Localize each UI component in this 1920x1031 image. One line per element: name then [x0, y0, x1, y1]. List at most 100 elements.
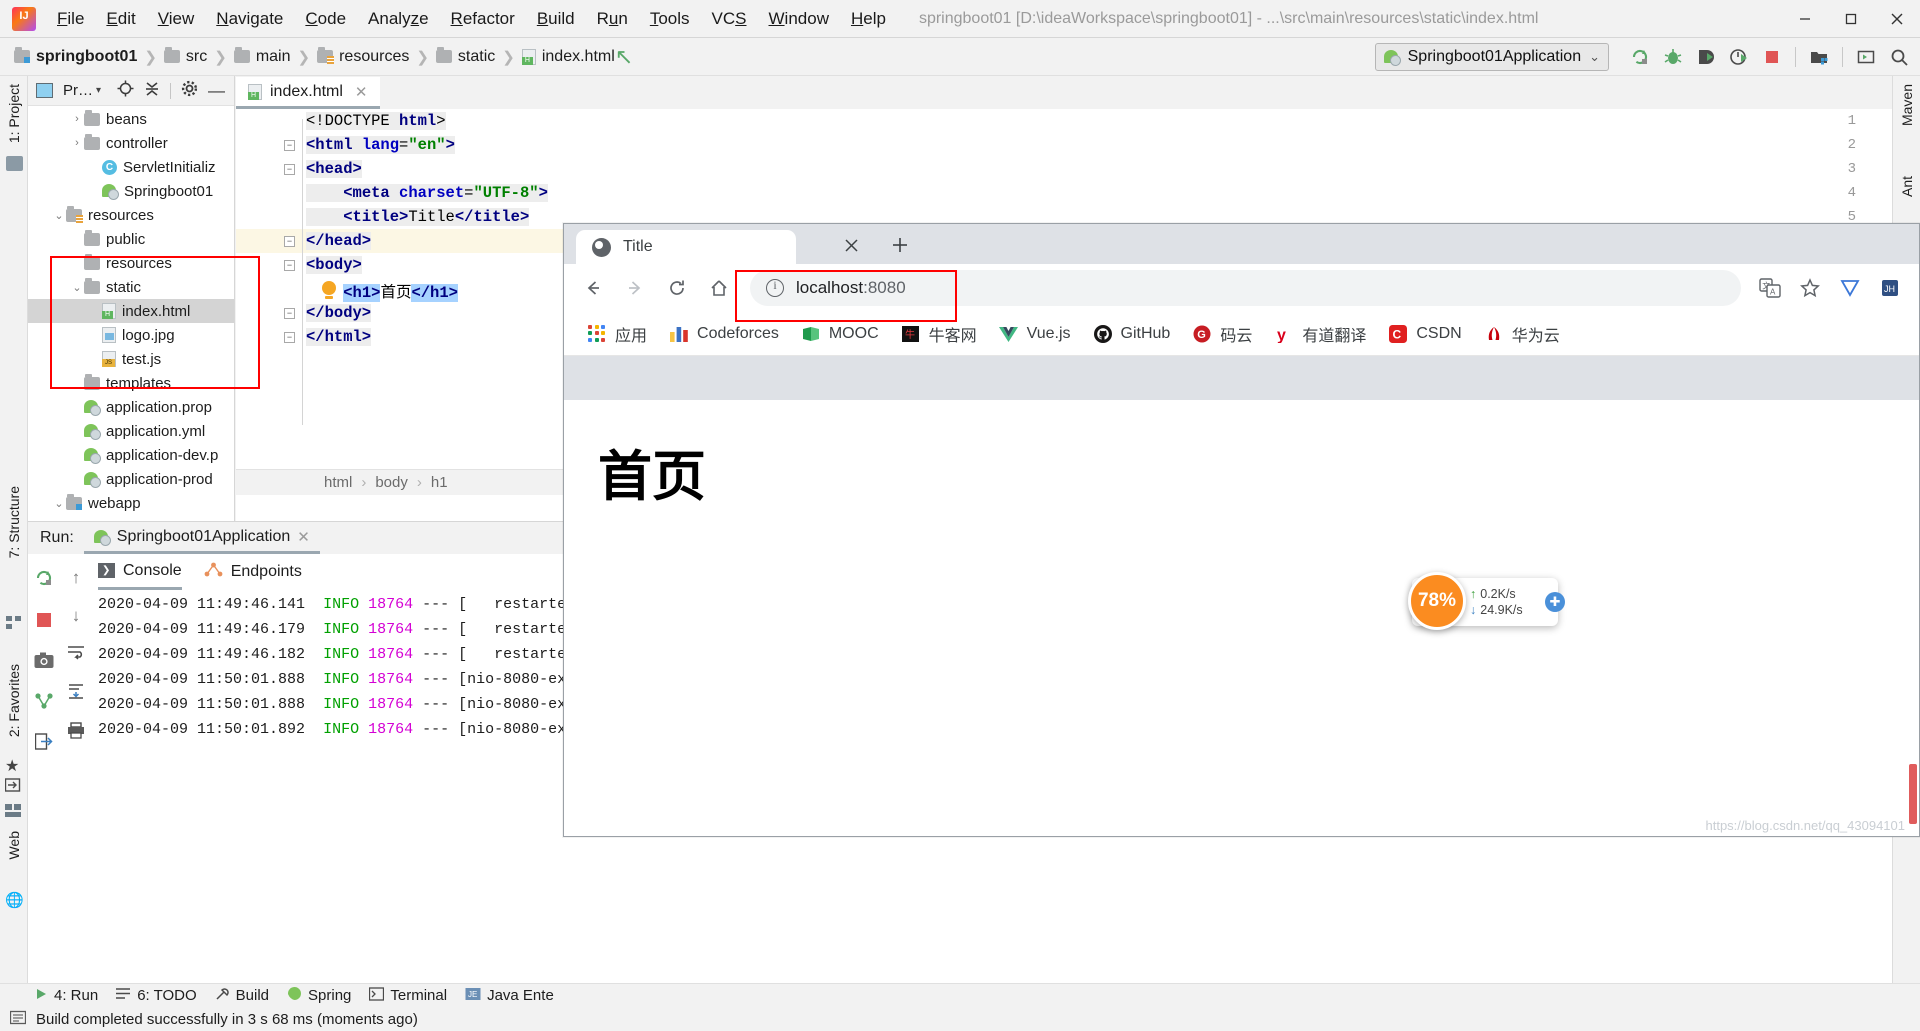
breadcrumb-item-src[interactable]: src [186, 48, 207, 66]
editor-breadcrumb-html[interactable]: html [324, 474, 352, 491]
bookmark-item[interactable]: G 码云 [1183, 317, 1261, 351]
locate-icon[interactable] [117, 80, 134, 102]
down-icon[interactable]: ↓ [72, 606, 81, 626]
stop-icon[interactable] [1757, 42, 1787, 72]
sidebar-item-ant[interactable]: Ant [1899, 176, 1915, 197]
bottom-tool-build[interactable]: Build [215, 987, 269, 1005]
fold-marker[interactable]: − [284, 164, 295, 175]
info-circle-icon[interactable] [766, 278, 784, 297]
breadcrumb-item-springboot01[interactable]: springboot01 [36, 48, 137, 66]
thread-dump-icon[interactable] [34, 692, 54, 715]
up-icon[interactable]: ↑ [72, 568, 81, 588]
scroll-to-end-icon[interactable] [67, 683, 85, 704]
fold-marker[interactable]: − [284, 332, 295, 343]
soft-wrap-icon[interactable] [67, 644, 85, 665]
menu-window[interactable]: Window [758, 7, 840, 31]
menu-navigate[interactable]: Navigate [205, 7, 294, 31]
tree-node[interactable]: resources [28, 251, 234, 275]
profiler-icon[interactable] [1724, 42, 1754, 72]
menu-build[interactable]: Build [526, 7, 586, 31]
menu-analyze[interactable]: Analyze [357, 7, 440, 31]
menu-vcs[interactable]: VCS [701, 7, 758, 31]
run-config-tab[interactable]: Springboot01Application ✕ [83, 523, 320, 554]
tree-node[interactable]: index.html [28, 299, 234, 323]
tree-node[interactable]: ⌄ static [28, 275, 234, 299]
bookmark-item[interactable]: 牛牛客网 [892, 317, 986, 351]
tree-node[interactable]: Springboot01 [28, 179, 234, 203]
sidebar-item-web[interactable]: Web [6, 831, 22, 860]
rerun-icon[interactable] [1625, 42, 1655, 72]
settings-gear-icon[interactable] [181, 80, 198, 102]
fold-marker[interactable]: − [284, 308, 295, 319]
bookmark-item[interactable]: Codeforces [660, 319, 788, 349]
chevron-down-icon[interactable]: ⌄ [1589, 49, 1600, 65]
scrollbar-marker[interactable] [1909, 764, 1917, 824]
adblock-icon[interactable] [1831, 269, 1869, 307]
project-structure-icon[interactable] [1804, 42, 1834, 72]
event-log-icon[interactable] [9, 1010, 27, 1029]
tree-node[interactable]: C ServletInitializ [28, 155, 234, 179]
terminal-icon[interactable] [1851, 42, 1881, 72]
bookmark-item[interactable]: Vue.js [990, 319, 1080, 349]
menu-help[interactable]: Help [840, 7, 897, 31]
exit-icon[interactable] [34, 733, 54, 755]
tree-node[interactable]: logo.jpg [28, 323, 234, 347]
tab-endpoints[interactable]: Endpoints [204, 555, 302, 590]
bottom-tool-4-run[interactable]: 4: Run [34, 987, 98, 1005]
menu-refactor[interactable]: Refactor [440, 7, 526, 31]
back-button[interactable] [574, 269, 612, 307]
translate-icon[interactable]: 文A [1751, 269, 1789, 307]
bookmark-item[interactable]: MOOC [792, 319, 888, 349]
expand-chevron-icon[interactable]: ⌄ [70, 281, 84, 294]
menu-edit[interactable]: Edit [95, 7, 146, 31]
hide-icon[interactable]: — [208, 82, 225, 99]
menu-run[interactable]: Run [586, 7, 639, 31]
editor-breadcrumb-h1[interactable]: h1 [431, 474, 448, 491]
minimize-button[interactable] [1782, 0, 1828, 38]
grid-icon[interactable] [5, 804, 22, 823]
run-configuration-selector[interactable]: Springboot01Application ⌄ [1374, 42, 1609, 71]
fold-marker[interactable]: − [284, 236, 295, 247]
menu-tools[interactable]: Tools [639, 7, 701, 31]
tree-node[interactable]: templates [28, 371, 234, 395]
rerun-icon[interactable] [34, 568, 54, 593]
bottom-tool-java-ente[interactable]: JE Java Ente [465, 987, 554, 1005]
expand-chevron-icon[interactable]: ⌄ [52, 209, 66, 222]
breadcrumb-item-static[interactable]: static [458, 48, 495, 66]
forward-button[interactable] [616, 269, 654, 307]
bottom-tool-terminal[interactable]: Terminal [369, 986, 447, 1005]
reload-button[interactable] [658, 269, 696, 307]
favorites-star-icon[interactable]: ★ [5, 756, 19, 776]
breadcrumb-item-main[interactable]: main [256, 48, 291, 66]
editor-breadcrumb-body[interactable]: body [375, 474, 408, 491]
menu-view[interactable]: View [147, 7, 206, 31]
bookmark-item[interactable]: C CSDN [1379, 319, 1470, 349]
bookmark-item[interactable]: 华为云 [1475, 317, 1569, 351]
bookmark-item[interactable]: y 有道翻译 [1265, 317, 1375, 351]
breadcrumb[interactable]: springboot01 ❯ src ❯ main ❯ resources ❯ … [14, 47, 615, 66]
breadcrumb-item-resources[interactable]: resources [339, 48, 409, 66]
maximize-button[interactable] [1828, 0, 1874, 38]
intention-bulb-icon[interactable] [322, 281, 336, 299]
project-tree[interactable]: › beans › controller C ServletInitializ Spring… [28, 107, 234, 521]
address-bar[interactable]: localhost:8080 [750, 270, 1741, 306]
new-tab-icon[interactable] [891, 236, 909, 260]
expand-chevron-icon[interactable]: › [70, 137, 84, 149]
tree-node[interactable]: application-prod [28, 467, 234, 491]
project-window-icon[interactable] [6, 156, 23, 171]
tree-node[interactable]: › controller [28, 131, 234, 155]
bookmark-item[interactable]: GitHub [1084, 319, 1180, 349]
sidebar-item-favorites[interactable]: 2: Favorites [6, 664, 22, 737]
fold-marker[interactable]: − [284, 140, 295, 151]
preview-icon[interactable] [4, 778, 22, 799]
collapse-all-icon[interactable] [144, 80, 160, 101]
tree-node[interactable]: application.yml [28, 419, 234, 443]
debug-icon[interactable] [1658, 42, 1688, 72]
bookmark-item[interactable]: 应用 [578, 317, 656, 351]
sidebar-item-project[interactable]: 1: Project [6, 84, 22, 143]
menu-file[interactable]: File [46, 7, 95, 31]
fold-marker[interactable]: − [284, 260, 295, 271]
expand-chevron-icon[interactable]: › [70, 113, 84, 125]
bottom-tool-spring[interactable]: Spring [287, 986, 351, 1005]
home-button[interactable] [700, 269, 738, 307]
